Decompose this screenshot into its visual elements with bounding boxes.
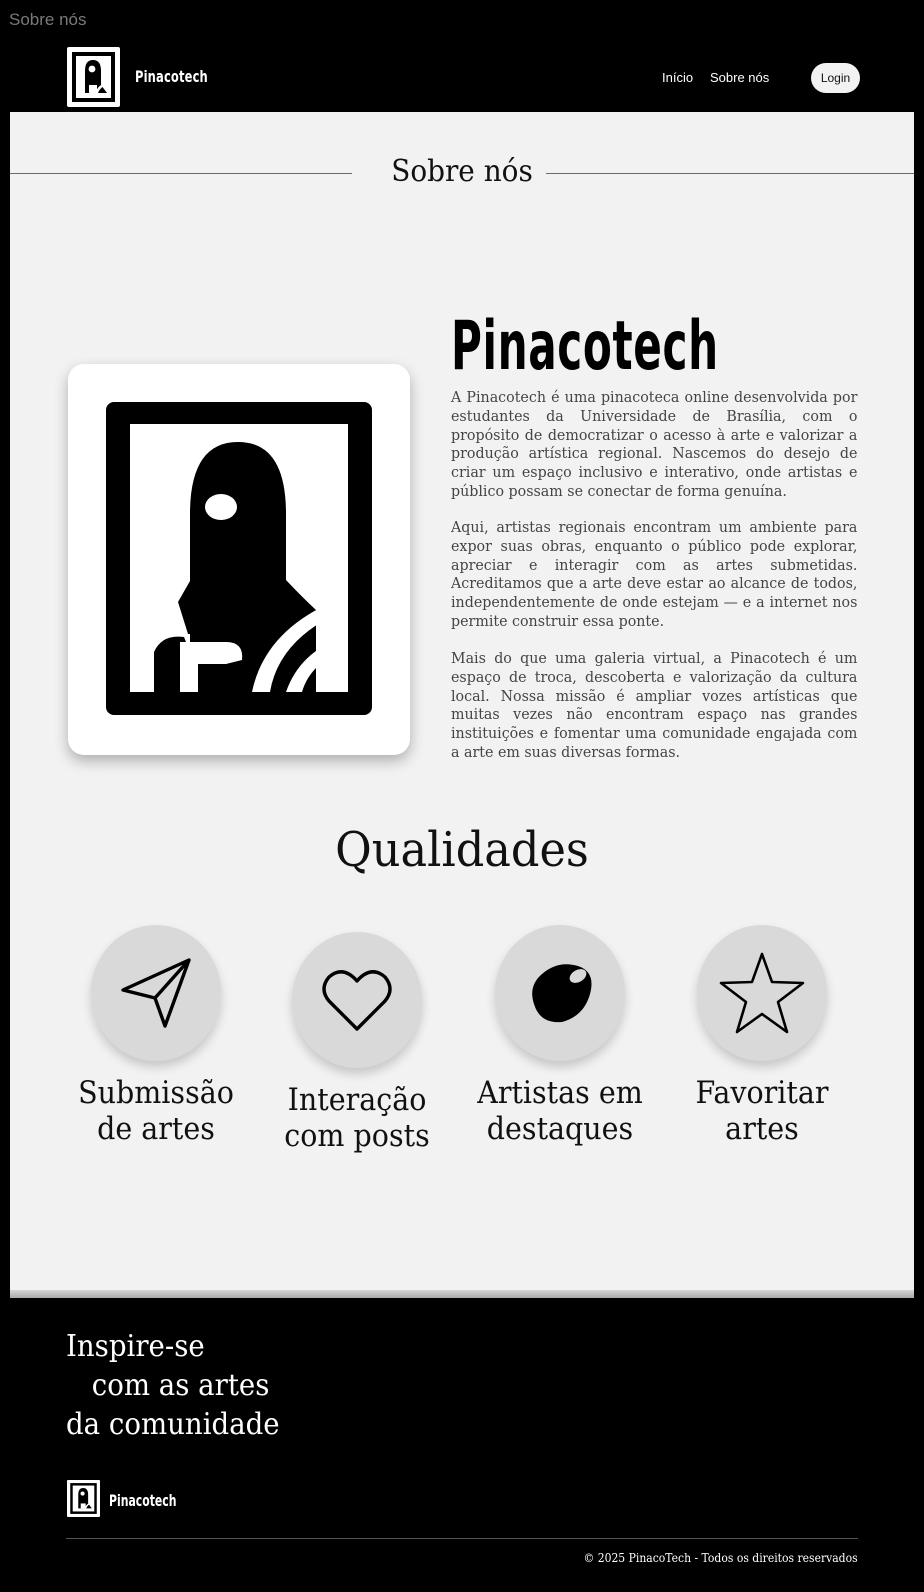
quality-label: Interação com posts — [284, 1082, 430, 1154]
nav-link-sobre-nos[interactable]: Sobre nós — [710, 70, 769, 85]
quality-circle — [495, 925, 625, 1061]
quality-label: Artistas em destaques — [477, 1075, 643, 1147]
about-paragraph-3: Mais do que uma galeria virtual, a Pinac… — [451, 649, 858, 761]
brand-name[interactable]: Pinacotech — [135, 67, 208, 86]
star-icon — [719, 952, 805, 1034]
quality-label: Submissão de artes — [78, 1075, 234, 1147]
footer-brand-name[interactable]: Pinacotech — [109, 1491, 176, 1510]
about-paragraph-2: Aqui, artistas regionais encontram um am… — [451, 518, 858, 630]
quality-circle — [292, 932, 422, 1068]
content-bottom-edge — [10, 1290, 914, 1298]
quality-submissao: Submissão de artes — [56, 925, 256, 1147]
logo-svg — [72, 52, 115, 102]
divider-right — [546, 173, 914, 174]
heart-icon — [322, 970, 392, 1031]
nav-link-inicio[interactable]: Início — [662, 70, 693, 85]
about-heading: Pinacotech — [451, 307, 719, 386]
footer-logo-svg — [70, 1483, 97, 1514]
site-header: Pinacotech Início Sobre nós Login — [0, 37, 924, 112]
framed-portrait-icon[interactable] — [67, 47, 120, 107]
about-image-card — [68, 364, 410, 755]
copyright-text: © 2025 PinacoTech - Todos os direitos re… — [583, 1551, 858, 1565]
section-title: Sobre nós — [391, 154, 533, 189]
quality-favoritar: Favoritar artes — [662, 925, 862, 1147]
tagline-line-3: da comunidade — [66, 1407, 280, 1442]
tagline-line-1: Inspire-se — [66, 1329, 205, 1364]
qualities-title: Qualidades — [335, 822, 589, 878]
blob-icon — [532, 964, 592, 1023]
about-paragraph-1: A Pinacotech é uma pinacoteca online des… — [451, 388, 858, 500]
login-button[interactable]: Login — [811, 63, 860, 93]
quality-label: Favoritar artes — [695, 1075, 829, 1147]
footer-tagline: Inspire-se com as artes da comunidade — [66, 1327, 280, 1444]
paper-plane-icon — [121, 958, 191, 1028]
quality-circle — [697, 925, 827, 1061]
frame-label: Sobre nós — [9, 10, 87, 29]
framed-portrait-icon — [106, 402, 372, 715]
quality-interacao: Interação com posts — [257, 932, 457, 1154]
quality-circle — [91, 925, 221, 1061]
footer-divider — [66, 1538, 858, 1539]
tagline-line-2: com as artes — [91, 1368, 270, 1403]
framed-portrait-icon[interactable] — [67, 1480, 100, 1517]
quality-artistas: Artistas em destaques — [460, 925, 660, 1147]
main-content: Sobre nós Pinacotech A Pinacotech é uma … — [10, 112, 914, 1298]
